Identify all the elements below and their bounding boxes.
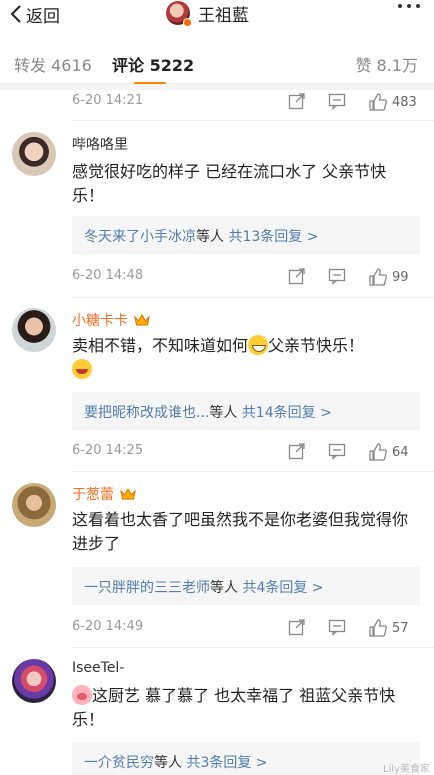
comment-meta: 6-20 14:25 64 (72, 442, 422, 462)
share-icon[interactable] (288, 442, 308, 462)
reply-count[interactable]: 共4条回复 > (242, 580, 323, 596)
divider (72, 471, 434, 472)
comment-text-part: 卖相不错，不知味道如何 (72, 336, 249, 355)
comment-text-part: 这厨艺 慕了慕了 也太幸福了 祖蓝父亲节快乐！ (72, 686, 396, 729)
reply-count[interactable]: 共13条回复 > (228, 229, 318, 245)
like-button[interactable]: 64 (368, 442, 409, 462)
reply-user[interactable]: 冬天来了小手冰凉 (84, 229, 196, 245)
commenter-name[interactable]: 小糖卡卡 (72, 310, 128, 330)
comment-icon[interactable] (328, 92, 348, 112)
like-count: 99 (392, 269, 409, 285)
comment-time: 6-20 14:49 (72, 619, 144, 634)
commenter-name[interactable]: 哔咯咯里 (72, 134, 128, 154)
replies-preview[interactable]: 一介贫民穷等人 共3条回复 > (72, 742, 420, 775)
tab-bar: 转发 4616 评论 5222 赞 8.1万 (0, 38, 434, 85)
reply-count[interactable]: 共3条回复 > (186, 755, 267, 771)
replies-preview[interactable]: 一只胖胖的三三老师等人 共4条回复 > (72, 567, 420, 605)
like-button[interactable]: 99 (368, 267, 409, 287)
comment-text: 这厨艺 慕了慕了 也太幸福了 祖蓝父亲节快乐！ (72, 684, 417, 732)
chevron-left-icon (10, 5, 21, 23)
comment-meta: 6-20 14:21 483 (72, 92, 422, 112)
comment-icon[interactable] (328, 618, 348, 638)
avatar[interactable] (166, 1, 192, 27)
top-bar: 返回 王祖藍 (0, 0, 434, 30)
thumbs-up-icon (369, 619, 387, 637)
thumbs-up-icon (369, 443, 387, 461)
comment-text-part: 父亲节快乐！ (268, 336, 365, 355)
commenter-name[interactable]: IseeTel- (72, 660, 124, 676)
comment-text: 卖相不错，不知味道如何 父亲节快乐！ (72, 334, 417, 382)
share-icon[interactable] (288, 618, 308, 638)
thumbs-up-icon (369, 268, 387, 286)
section-gap (0, 84, 434, 90)
avatar[interactable] (12, 483, 56, 527)
poster-name: 王祖藍 (198, 5, 249, 26)
replies-preview[interactable]: 要把昵称改成谁也...等人 共14条回复 > (72, 392, 420, 430)
tab-comment[interactable]: 评论 5222 (112, 52, 194, 76)
thumbs-up-icon (369, 93, 387, 111)
avatar[interactable] (12, 659, 56, 703)
divider (72, 297, 434, 298)
reply-mid: 等人 (210, 580, 243, 596)
grin-emoji-icon (248, 335, 269, 355)
comment-time: 6-20 14:21 (72, 93, 144, 108)
pig-emoji-icon (72, 685, 92, 705)
crown-badge-icon (120, 488, 136, 500)
poster-info[interactable]: 王祖藍 (166, 0, 249, 27)
comment-time: 6-20 14:48 (72, 268, 144, 283)
reply-mid: 等人 (196, 229, 229, 245)
like-count: 483 (392, 94, 417, 110)
comment-text: 感觉很好吃的样子 已经在流口水了 父亲节快乐！ (72, 162, 387, 205)
crown-badge-icon (134, 314, 150, 326)
replies-preview[interactable]: 冬天来了小手冰凉等人 共13条回复 > (72, 216, 420, 254)
reply-user[interactable]: 要把昵称改成谁也... (84, 405, 209, 421)
commenter-name-row[interactable]: 小糖卡卡 (72, 310, 150, 330)
verified-badge-icon (183, 18, 192, 27)
share-icon[interactable] (288, 92, 308, 112)
like-count: 64 (392, 444, 409, 460)
back-button[interactable]: 返回 (10, 2, 60, 27)
comment-text: 这看着也太香了吧虽然我不是你老婆但我觉得你进步了 (72, 510, 409, 553)
like-button[interactable]: 57 (368, 618, 409, 638)
more-options-icon[interactable] (398, 4, 420, 8)
commenter-name-row[interactable]: 于葱蕾 (72, 484, 136, 504)
avatar[interactable] (12, 308, 56, 352)
reply-mid: 等人 (154, 755, 187, 771)
back-label: 返回 (26, 6, 60, 27)
commenter-name[interactable]: 于葱蕾 (72, 484, 114, 504)
laugh-emoji-icon (72, 359, 92, 379)
comment-icon[interactable] (328, 442, 348, 462)
reply-mid: 等人 (209, 405, 242, 421)
tab-repost[interactable]: 转发 4616 (14, 52, 92, 76)
comment-icon[interactable] (328, 267, 348, 287)
divider (72, 647, 434, 648)
share-icon[interactable] (288, 267, 308, 287)
like-count: 57 (392, 620, 409, 636)
comment-time: 6-20 14:25 (72, 443, 144, 458)
tab-like[interactable]: 赞 8.1万 (355, 52, 418, 76)
reply-user[interactable]: 一只胖胖的三三老师 (84, 580, 210, 596)
avatar[interactable] (12, 132, 56, 176)
divider (72, 120, 434, 121)
reply-user[interactable]: 一介贫民穷 (84, 755, 154, 771)
watermark: Lily美食家 (382, 764, 430, 775)
comment-meta: 6-20 14:48 99 (72, 267, 422, 287)
reply-count[interactable]: 共14条回复 > (242, 405, 332, 421)
like-button[interactable]: 483 (368, 92, 417, 112)
comment-meta: 6-20 14:49 57 (72, 618, 422, 638)
